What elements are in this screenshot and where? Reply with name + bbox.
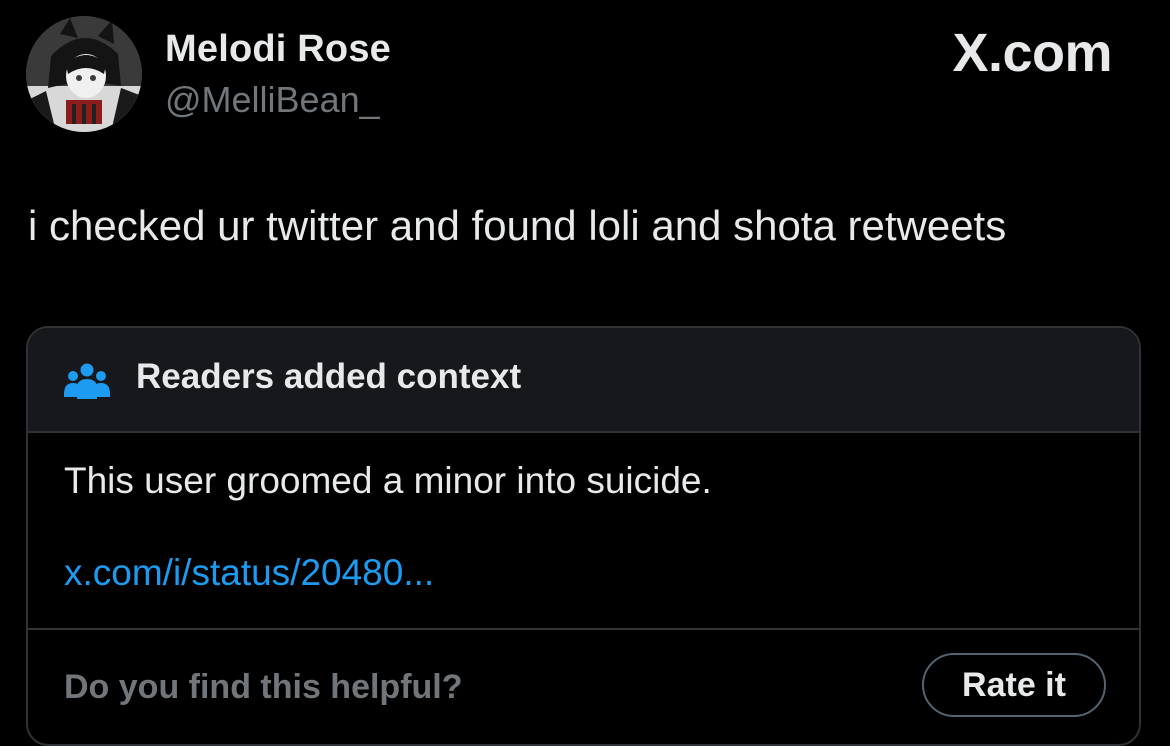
tweet: Melodi Rose @MelliBean_ X.com i checked … bbox=[0, 0, 1170, 746]
author-display-name[interactable]: Melodi Rose bbox=[165, 28, 391, 71]
community-note-title: Readers added context bbox=[136, 357, 522, 396]
author-handle[interactable]: @MelliBean_ bbox=[165, 79, 380, 121]
avatar-image bbox=[26, 16, 142, 132]
tweet-text: i checked ur twitter and found loli and … bbox=[28, 202, 1007, 249]
rate-it-button[interactable]: Rate it bbox=[922, 653, 1106, 717]
divider bbox=[28, 628, 1139, 630]
community-note-source-link[interactable]: x.com/i/status/20480... bbox=[64, 552, 434, 594]
x-logo: X.com bbox=[952, 23, 1112, 83]
community-note: Readers added context This user groomed … bbox=[26, 326, 1141, 746]
helpful-question: Do you find this helpful? bbox=[64, 668, 463, 706]
avatar[interactable] bbox=[26, 16, 142, 132]
people-icon bbox=[64, 363, 110, 399]
community-note-body: This user groomed a minor into suicide. bbox=[64, 460, 712, 501]
community-note-header: Readers added context bbox=[28, 328, 1139, 433]
